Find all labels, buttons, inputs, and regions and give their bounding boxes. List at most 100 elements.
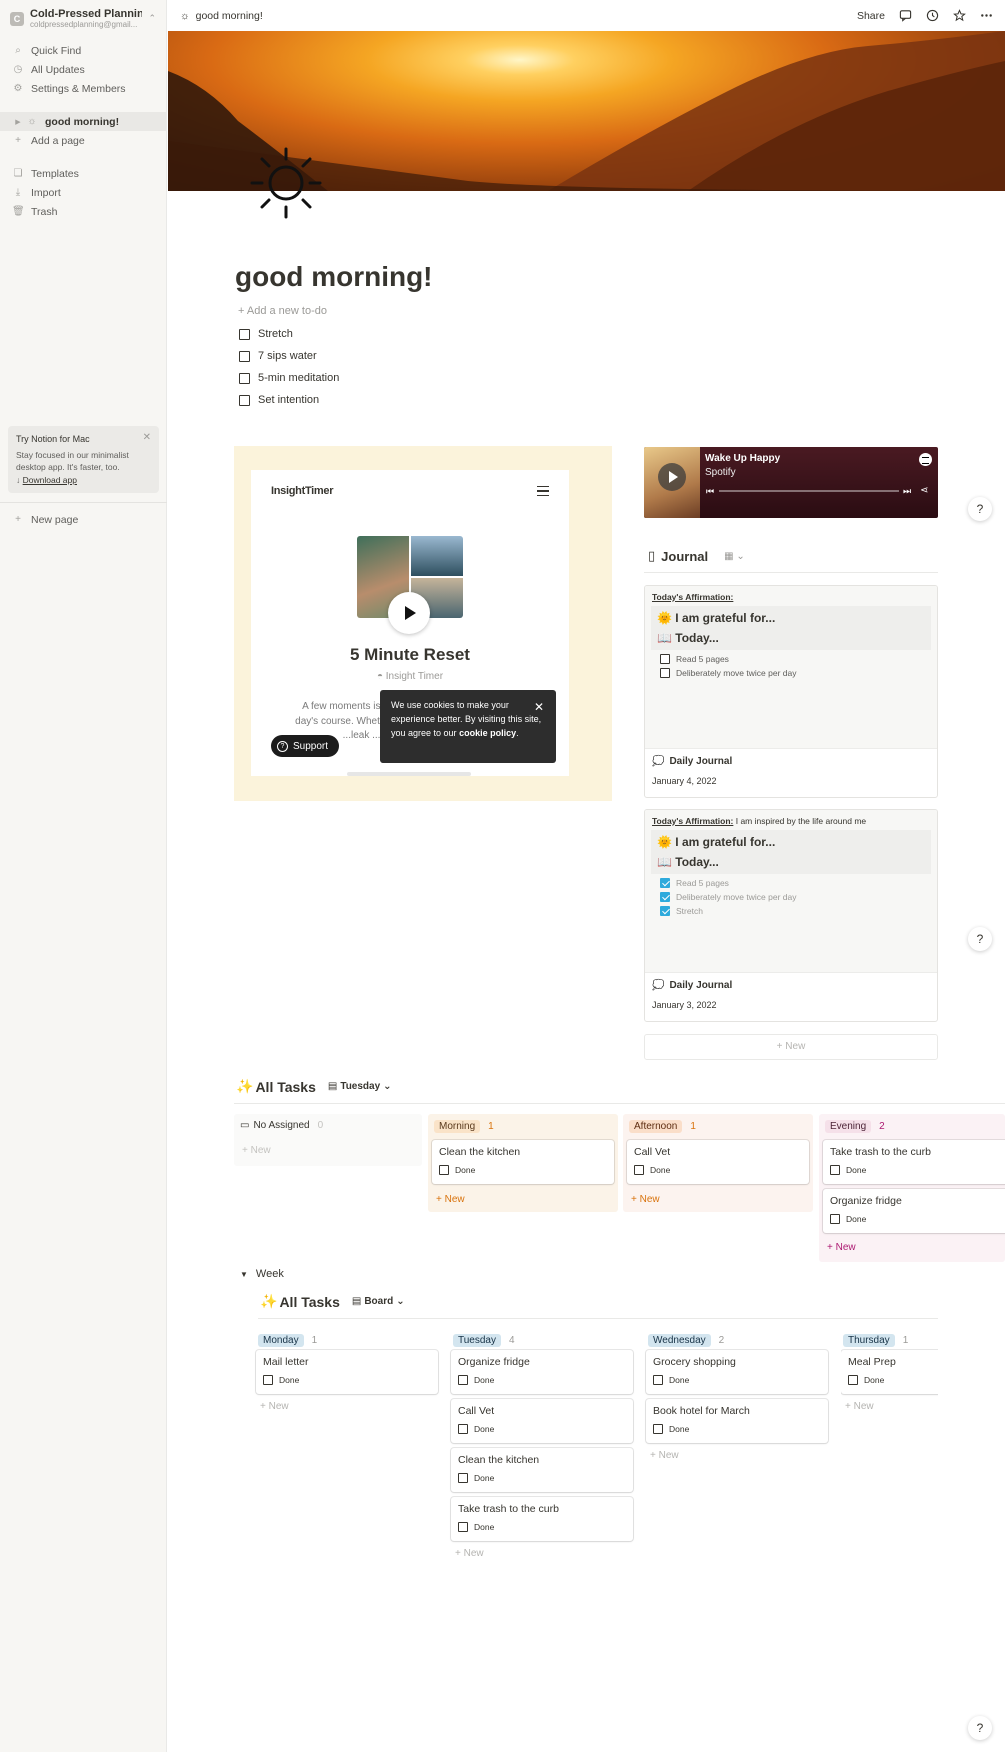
task-card[interactable]: Take trash to the curb Done xyxy=(823,1140,1005,1184)
task-card[interactable]: Grocery shopping Done xyxy=(646,1350,828,1394)
help-button[interactable]: ? xyxy=(968,1716,992,1740)
support-button[interactable]: ? Support xyxy=(271,735,340,757)
new-page-button[interactable]: + New page xyxy=(0,510,167,529)
task-card[interactable]: Call Vet Done xyxy=(451,1399,633,1443)
sidebar-item-settings[interactable]: ⚙ Settings & Members xyxy=(0,79,166,98)
task-card[interactable]: Organize fridge Done xyxy=(823,1189,1005,1233)
new-label: New xyxy=(268,1401,289,1412)
share-button[interactable]: Share xyxy=(857,10,885,22)
done-checkbox[interactable] xyxy=(634,1165,644,1175)
task-card[interactable]: Take trash to the curb Done xyxy=(451,1497,633,1541)
sidebar-add-page[interactable]: + Add a page xyxy=(0,131,166,150)
todo-checkbox[interactable] xyxy=(239,394,250,406)
workspace-switcher[interactable]: C Cold-Pressed Planning... coldpressedpl… xyxy=(0,0,166,35)
done-checkbox[interactable] xyxy=(458,1522,468,1532)
spotify-logo-icon[interactable] xyxy=(919,453,932,466)
new-card-button[interactable]: + New xyxy=(436,1194,465,1205)
task-card[interactable]: Book hotel for March Done xyxy=(646,1399,828,1443)
templates-icon: ❏ xyxy=(13,168,23,179)
todo-checkbox[interactable] xyxy=(239,350,250,362)
week-board-header[interactable]: ✨ All Tasks ▤ Board ⌄ xyxy=(260,1293,405,1310)
done-checkbox[interactable] xyxy=(830,1214,840,1224)
play-button[interactable] xyxy=(658,463,686,491)
help-button[interactable]: ? xyxy=(968,927,992,951)
close-icon[interactable]: ✕ xyxy=(143,431,151,446)
previous-track-icon[interactable]: ⏮ xyxy=(706,486,714,497)
artist-name[interactable]: Spotify xyxy=(705,467,736,478)
done-checkbox[interactable] xyxy=(458,1375,468,1385)
todo-item[interactable]: Stretch xyxy=(239,328,293,340)
insight-timer-logo[interactable]: InsightTimer xyxy=(271,485,334,497)
todo-item[interactable]: 7 sips water xyxy=(239,350,317,362)
journal-header[interactable]: ▯ Journal ▦ ⌄ xyxy=(648,548,745,564)
todo-item[interactable]: 5-min meditation xyxy=(239,372,339,384)
new-card-button[interactable]: + New xyxy=(260,1401,289,1412)
todo-item[interactable]: Set intention xyxy=(239,394,319,406)
page-title[interactable]: good morning! xyxy=(235,261,433,293)
sidebar-item-label: Add a page xyxy=(31,134,85,147)
breadcrumb[interactable]: ☼ good morning! xyxy=(180,10,263,22)
done-label: Done xyxy=(650,1165,671,1175)
task-card[interactable]: Call Vet Done xyxy=(627,1140,809,1184)
done-checkbox[interactable] xyxy=(848,1375,858,1385)
progress-bar[interactable] xyxy=(719,490,899,492)
view-switcher[interactable]: ▤ Tuesday ⌄ xyxy=(328,1081,392,1092)
sidebar-item-quick-find[interactable]: ⌕ Quick Find xyxy=(0,41,166,60)
gallery-view-icon[interactable]: ▦ ⌄ xyxy=(724,551,745,562)
done-checkbox[interactable] xyxy=(439,1165,449,1175)
journal-card[interactable]: Today's Affirmation: 🌞 I am grateful for… xyxy=(644,585,938,798)
hamburger-menu-icon[interactable] xyxy=(537,486,549,499)
new-card-button[interactable]: + New xyxy=(650,1450,679,1461)
task-card[interactable]: Meal Prep Done xyxy=(841,1350,938,1394)
new-card-button[interactable]: + New xyxy=(845,1401,874,1412)
done-checkbox[interactable] xyxy=(458,1473,468,1483)
todo-checkbox[interactable] xyxy=(239,372,250,384)
share-icon[interactable]: ⋖ xyxy=(920,485,928,496)
download-app-link[interactable]: Download app xyxy=(23,475,77,485)
task-card[interactable]: Clean the kitchen Done xyxy=(451,1448,633,1492)
new-card-button[interactable]: + New xyxy=(242,1145,271,1156)
done-checkbox[interactable] xyxy=(653,1424,663,1434)
journal-new-button[interactable]: + New xyxy=(644,1034,938,1060)
done-checkbox[interactable] xyxy=(653,1375,663,1385)
sidebar-item-trash[interactable]: 🗑 Trash xyxy=(0,202,166,221)
star-icon[interactable] xyxy=(953,9,966,22)
task-card[interactable]: Clean the kitchen Done xyxy=(432,1140,614,1184)
todo-label: Stretch xyxy=(258,328,293,340)
task-card[interactable]: Organize fridge Done xyxy=(451,1350,633,1394)
scrollbar[interactable] xyxy=(347,772,471,776)
add-todo-button[interactable]: + Add a new to-do xyxy=(238,305,327,317)
play-button[interactable] xyxy=(388,592,430,634)
close-icon[interactable]: ✕ xyxy=(534,698,544,717)
triangle-down-icon[interactable]: ▼ xyxy=(240,1270,248,1279)
chevron-right-icon[interactable]: ▶ xyxy=(12,118,24,126)
sidebar-item-templates[interactable]: ❏ Templates xyxy=(0,164,166,183)
song-title[interactable]: Wake Up Happy xyxy=(705,453,780,464)
todo-checkbox[interactable] xyxy=(239,328,250,340)
journal-card[interactable]: Today's Affirmation: I am inspired by th… xyxy=(644,809,938,1022)
done-checkbox[interactable] xyxy=(458,1424,468,1434)
sidebar-item-all-updates[interactable]: ◷ All Updates xyxy=(0,60,166,79)
new-card-button[interactable]: + New xyxy=(455,1548,484,1559)
embed-frame[interactable]: InsightTimer 5 Minute Reset ◓ Insight Ti… xyxy=(251,470,569,776)
done-label: Done xyxy=(669,1424,690,1434)
new-card-button[interactable]: + New xyxy=(827,1242,856,1253)
history-icon[interactable] xyxy=(926,9,939,22)
cookie-policy-link[interactable]: cookie policy xyxy=(459,728,516,738)
help-button[interactable]: ? xyxy=(968,497,992,521)
task-card[interactable]: Mail letter Done xyxy=(256,1350,438,1394)
sidebar-item-label: Templates xyxy=(31,167,79,180)
more-icon[interactable] xyxy=(980,9,993,22)
sidebar-page-good-morning[interactable]: ▶ ☼ good morning! xyxy=(0,112,166,131)
column-count: 1 xyxy=(311,1335,318,1346)
sun-icon[interactable] xyxy=(246,143,326,223)
next-track-icon[interactable]: ⏭ xyxy=(903,486,911,497)
week-toggle[interactable]: ▼ Week xyxy=(240,1268,284,1280)
tasks-day-header[interactable]: ✨ All Tasks ▤ Tuesday ⌄ xyxy=(236,1078,392,1095)
new-card-button[interactable]: + New xyxy=(631,1194,660,1205)
comment-icon[interactable] xyxy=(899,9,912,22)
done-checkbox[interactable] xyxy=(263,1375,273,1385)
view-switcher[interactable]: ▤ Board ⌄ xyxy=(352,1296,405,1307)
sidebar-item-import[interactable]: ⤓ Import xyxy=(0,183,166,202)
done-checkbox[interactable] xyxy=(830,1165,840,1175)
